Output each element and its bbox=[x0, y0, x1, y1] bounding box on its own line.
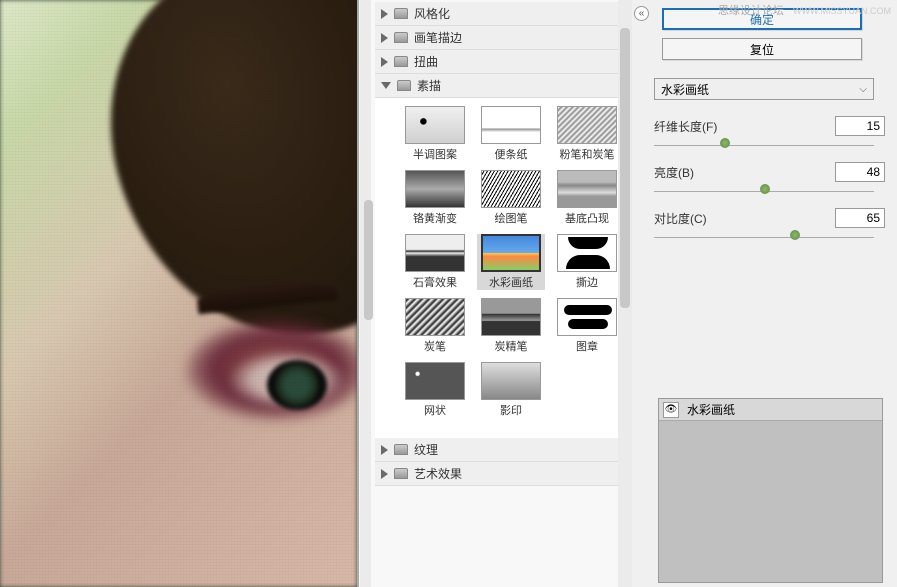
filter-label: 铬黄渐变 bbox=[413, 210, 457, 226]
triangle-right-icon bbox=[381, 445, 388, 455]
folder-icon bbox=[394, 32, 408, 43]
triangle-right-icon bbox=[381, 33, 388, 43]
param-input-2[interactable] bbox=[835, 208, 885, 228]
filter-item-4[interactable]: 绘图笔 bbox=[477, 170, 545, 226]
filter-label: 图章 bbox=[576, 338, 598, 354]
param-input-1[interactable] bbox=[835, 162, 885, 182]
category-label: 纹理 bbox=[414, 441, 438, 458]
folder-icon bbox=[397, 80, 411, 91]
filter-label: 基底凸现 bbox=[565, 210, 609, 226]
preview-scrollbar[interactable] bbox=[360, 0, 371, 587]
folder-icon bbox=[394, 468, 408, 479]
filter-settings-panel: 确定 复位 水彩画纸 ⌵ 纤维长度(F) 亮度(B) 对比度(C) bbox=[632, 0, 897, 587]
filter-item-0[interactable]: 半调图案 bbox=[401, 106, 469, 162]
slider-thumb[interactable] bbox=[760, 184, 770, 194]
scrollbar-thumb[interactable] bbox=[364, 200, 373, 320]
filter-label: 炭精笔 bbox=[495, 338, 528, 354]
param-label: 纤维长度(F) bbox=[654, 118, 717, 135]
filter-thumb bbox=[557, 170, 617, 208]
collapse-icon[interactable] bbox=[634, 6, 649, 21]
filter-category-2[interactable]: 扭曲 bbox=[375, 50, 632, 74]
filter-thumb bbox=[481, 170, 541, 208]
filter-label: 炭笔 bbox=[424, 338, 446, 354]
slider-thumb[interactable] bbox=[720, 138, 730, 148]
filter-item-7[interactable]: 水彩画纸 bbox=[477, 234, 545, 290]
filter-thumb bbox=[481, 362, 541, 400]
filter-item-9[interactable]: 炭笔 bbox=[401, 298, 469, 354]
filter-item-1[interactable]: 便条纸 bbox=[477, 106, 545, 162]
filter-item-11[interactable]: 图章 bbox=[553, 298, 621, 354]
param-label: 对比度(C) bbox=[654, 210, 707, 227]
chevron-down-icon: ⌵ bbox=[859, 84, 867, 95]
filter-item-12[interactable]: 网状 bbox=[401, 362, 469, 418]
param-slider-1[interactable] bbox=[654, 188, 874, 192]
filter-item-8[interactable]: 撕边 bbox=[553, 234, 621, 290]
filter-category-4[interactable]: 纹理 bbox=[375, 438, 632, 462]
category-label: 画笔描边 bbox=[414, 29, 462, 46]
filter-category-0[interactable]: 风格化 bbox=[375, 2, 632, 26]
param-row-0: 纤维长度(F) bbox=[654, 116, 885, 146]
filter-thumb bbox=[405, 170, 465, 208]
category-label: 风格化 bbox=[414, 5, 450, 22]
filter-item-13[interactable]: 影印 bbox=[477, 362, 545, 418]
filter-select-dropdown[interactable]: 水彩画纸 ⌵ bbox=[654, 78, 874, 100]
filter-thumb bbox=[405, 106, 465, 144]
triangle-right-icon bbox=[381, 57, 388, 67]
filter-item-2[interactable]: 粉笔和炭笔 bbox=[553, 106, 621, 162]
param-row-1: 亮度(B) bbox=[654, 162, 885, 192]
filter-label: 撕边 bbox=[576, 274, 598, 290]
reset-button[interactable]: 复位 bbox=[662, 38, 862, 60]
filter-label: 影印 bbox=[500, 402, 522, 418]
filter-thumb bbox=[405, 234, 465, 272]
filter-label: 绘图笔 bbox=[495, 210, 528, 226]
param-label: 亮度(B) bbox=[654, 164, 694, 181]
scrollbar-thumb[interactable] bbox=[620, 28, 630, 308]
filter-thumb bbox=[481, 106, 541, 144]
triangle-right-icon bbox=[381, 9, 388, 19]
visibility-eye-icon[interactable] bbox=[663, 402, 679, 418]
folder-icon bbox=[394, 8, 408, 19]
slider-thumb[interactable] bbox=[790, 230, 800, 240]
param-slider-2[interactable] bbox=[654, 234, 874, 238]
param-input-0[interactable] bbox=[835, 116, 885, 136]
preview-canvas bbox=[0, 0, 357, 587]
filter-thumb bbox=[557, 298, 617, 336]
filter-thumb bbox=[405, 298, 465, 336]
filter-item-6[interactable]: 石膏效果 bbox=[401, 234, 469, 290]
filter-category-5[interactable]: 艺术效果 bbox=[375, 462, 632, 486]
filter-label: 石膏效果 bbox=[413, 274, 457, 290]
filter-label: 半调图案 bbox=[413, 146, 457, 162]
filter-label: 粉笔和炭笔 bbox=[560, 146, 615, 162]
category-label: 艺术效果 bbox=[414, 465, 462, 482]
param-slider-0[interactable] bbox=[654, 142, 874, 146]
filter-label: 网状 bbox=[424, 402, 446, 418]
folder-icon bbox=[394, 56, 408, 67]
folder-icon bbox=[394, 444, 408, 455]
filter-label: 水彩画纸 bbox=[489, 274, 533, 290]
filter-item-10[interactable]: 炭精笔 bbox=[477, 298, 545, 354]
filter-label: 便条纸 bbox=[495, 146, 528, 162]
watermark: 思缘设计论坛 WWW.MISSYUAN.COM bbox=[718, 2, 891, 18]
category-label: 素描 bbox=[417, 77, 441, 94]
filter-thumb bbox=[557, 234, 617, 272]
filter-category-3[interactable]: 素描 bbox=[375, 74, 632, 98]
effect-layers-panel: 水彩画纸 bbox=[658, 398, 883, 583]
filter-thumb bbox=[481, 234, 541, 272]
filter-thumb bbox=[405, 362, 465, 400]
triangle-down-icon bbox=[381, 82, 391, 89]
filter-scrollbar[interactable] bbox=[618, 0, 632, 587]
filter-item-5[interactable]: 基底凸现 bbox=[553, 170, 621, 226]
filter-thumb bbox=[557, 106, 617, 144]
filter-category-1[interactable]: 画笔描边 bbox=[375, 26, 632, 50]
effect-layer-title: 水彩画纸 bbox=[687, 401, 735, 418]
filter-item-3[interactable]: 铬黄渐变 bbox=[401, 170, 469, 226]
category-label: 扭曲 bbox=[414, 53, 438, 70]
param-row-2: 对比度(C) bbox=[654, 208, 885, 238]
dropdown-value: 水彩画纸 bbox=[661, 81, 709, 98]
filter-library-panel: 风格化画笔描边扭曲素描半调图案 便条纸 粉笔和炭笔铬黄渐变 绘图笔 基底凸现石膏效果 水彩… bbox=[357, 0, 632, 587]
filter-thumb bbox=[481, 298, 541, 336]
triangle-right-icon bbox=[381, 469, 388, 479]
